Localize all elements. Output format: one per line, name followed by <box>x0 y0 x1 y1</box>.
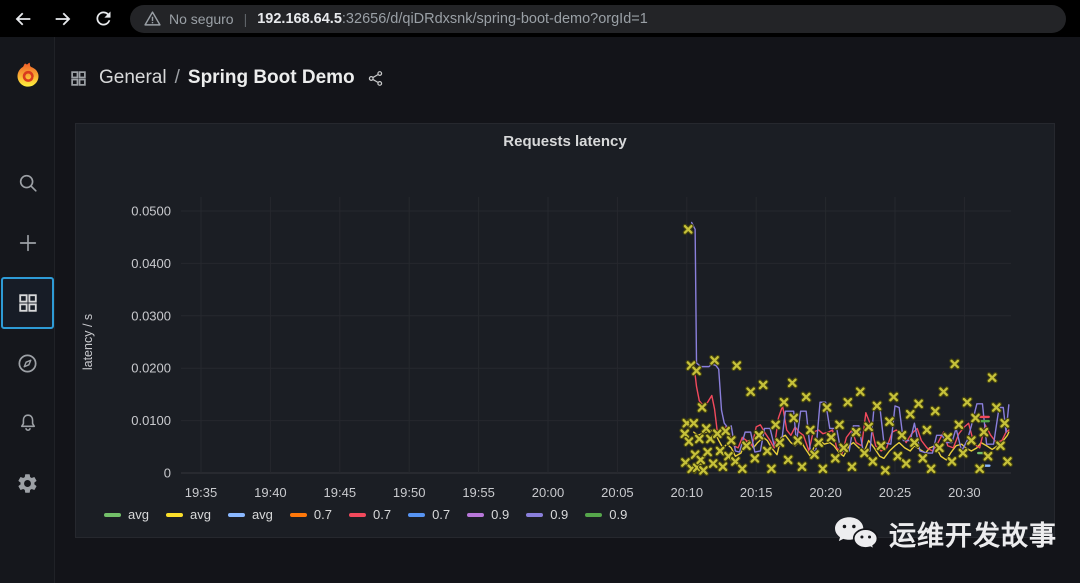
legend-item-avg[interactable]: avg <box>165 507 211 522</box>
dashboard-grid-icon <box>70 70 87 87</box>
legend-item-0.7[interactable]: 0.7 <box>408 507 450 522</box>
plus-icon <box>19 234 36 252</box>
bell-icon <box>20 414 35 431</box>
legend-label: avg <box>251 507 273 522</box>
reload-icon <box>95 11 110 26</box>
x-tick-label: 20:30 <box>948 485 981 500</box>
legend-swatch <box>408 512 426 517</box>
sidebar-item-search[interactable] <box>0 157 55 209</box>
y-tick-label: 0.0200 <box>131 361 171 376</box>
sidebar-nav <box>0 37 55 583</box>
sidebar-item-alerting[interactable] <box>0 397 55 449</box>
forward-button[interactable] <box>46 4 80 34</box>
url-host: 192.168.64.5 <box>257 10 342 27</box>
legend-swatch <box>467 512 485 517</box>
y-axis-label: latency / s <box>81 314 95 370</box>
breadcrumb-folder[interactable]: General <box>99 67 167 89</box>
back-button[interactable] <box>6 4 40 34</box>
wechat-icon <box>835 516 879 551</box>
y-tick-label: 0.0100 <box>131 413 171 428</box>
chart-area: 0 0.0100 0.0200 0.0300 0.0400 0.0500 19:35 19:4… <box>76 169 1056 504</box>
breadcrumb-separator: / <box>174 67 180 88</box>
legend-item-0.7[interactable]: 0.7 <box>348 507 392 522</box>
y-tick-label: 0.0400 <box>131 256 171 271</box>
legend-swatch <box>585 512 603 517</box>
legend-item-0.9[interactable]: 0.9 <box>467 507 509 522</box>
address-bar[interactable]: No seguro | 192.168.64.5:32656/d/qiDRdxs… <box>130 4 1066 33</box>
dashboards-icon <box>18 294 37 312</box>
x-tick-label: 19:50 <box>393 485 426 500</box>
not-secure-warning-icon[interactable] <box>144 10 161 27</box>
url-path: :32656/d/qiDRdxsnk/spring-boot-demo?orgI… <box>341 10 648 27</box>
sidebar-item-configuration[interactable] <box>0 457 55 509</box>
watermark: 运维开发故事 <box>833 514 1057 553</box>
sidebar-item-dashboards[interactable] <box>1 277 54 329</box>
browser-toolbar: No seguro | 192.168.64.5:32656/d/qiDRdxs… <box>0 0 1080 37</box>
compass-icon <box>18 353 37 373</box>
legend-label: 0.9 <box>491 507 510 522</box>
breadcrumb: General / Spring Boot Demo <box>70 67 384 89</box>
grafana-app: General / Spring Boot Demo Requests late… <box>0 37 1080 583</box>
legend-item-0.7[interactable]: 0.7 <box>289 507 332 522</box>
series-p0.9-purple <box>690 221 1010 454</box>
legend-item-0.9[interactable]: 0.9 <box>585 507 627 522</box>
x-tick-label: 20:00 <box>532 485 565 500</box>
legend-label: 0.7 <box>372 507 392 522</box>
sidebar-item-explore[interactable] <box>0 337 55 389</box>
y-tick-label: 0.0300 <box>131 308 171 323</box>
url-text: 192.168.64.5:32656/d/qiDRdxsnk/spring-bo… <box>257 11 648 27</box>
legend-label: 0.9 <box>550 507 569 522</box>
back-icon <box>15 12 31 25</box>
x-tick-label: 19:55 <box>462 485 495 500</box>
legend-swatch <box>289 512 307 517</box>
y-tick-label: 0.0500 <box>131 204 171 219</box>
legend-label: 0.7 <box>432 507 451 522</box>
share-button[interactable] <box>367 70 384 87</box>
sidebar-item-create[interactable] <box>0 217 55 269</box>
gear-icon <box>18 473 37 493</box>
panel-title[interactable]: Requests latency <box>76 133 1054 150</box>
x-tick-label: 20:05 <box>601 485 634 500</box>
reload-button[interactable] <box>86 4 120 34</box>
x-tick-label: 20:25 <box>879 485 912 500</box>
legend-swatch <box>227 512 245 517</box>
legend-swatch <box>104 512 121 517</box>
x-tick-label: 20:15 <box>740 485 773 500</box>
legend-swatch <box>165 512 183 517</box>
grafana-logo-icon <box>17 62 39 87</box>
security-label: No seguro <box>169 10 234 27</box>
panel-requests-latency: Requests latency 0 0.0100 0.0200 0.0300 0.04… <box>75 123 1055 538</box>
url-divider: | <box>243 10 248 27</box>
x-tick-label: 20:20 <box>809 485 842 500</box>
watermark-text: 运维开发故事 <box>889 521 1057 551</box>
legend-swatch <box>348 512 366 517</box>
x-tick-label: 19:35 <box>185 485 218 500</box>
search-icon <box>19 174 37 192</box>
legend-label: avg <box>189 507 211 522</box>
sidebar-item-home[interactable] <box>0 49 55 101</box>
legend-label: avg <box>128 507 149 522</box>
forward-icon <box>55 12 71 25</box>
x-tick-label: 19:40 <box>254 485 287 500</box>
legend-item-0.9[interactable]: 0.9 <box>526 507 568 522</box>
latency-chart[interactable]: 0 0.0100 0.0200 0.0300 0.0400 0.0500 19:35 19:4… <box>76 169 1056 504</box>
legend-item-avg[interactable]: avg <box>227 507 273 522</box>
legend-label: 0.9 <box>609 507 628 522</box>
legend-swatch <box>526 512 544 517</box>
x-tick-label: 20:10 <box>671 485 704 500</box>
share-icon <box>368 70 382 86</box>
x-tick-label: 19:45 <box>324 485 357 500</box>
dashboard-title[interactable]: Spring Boot Demo <box>188 67 355 89</box>
legend-item-avg[interactable]: avg <box>104 507 149 522</box>
legend-label: 0.7 <box>313 507 332 522</box>
y-tick-label: 0 <box>164 466 171 481</box>
